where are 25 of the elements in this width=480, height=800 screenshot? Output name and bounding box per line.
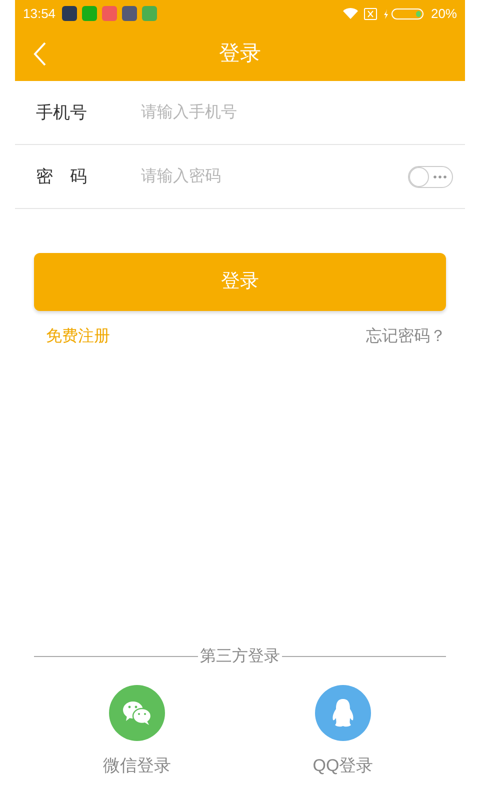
wechat-icon (122, 698, 152, 726)
login-option-label: QQ登录 (312, 754, 374, 776)
third-party-title: 第三方登录 (200, 646, 280, 666)
field-label: 手机号 (36, 102, 88, 124)
sim-icon (364, 8, 377, 20)
dots-icon (433, 174, 447, 178)
app-icon (62, 6, 77, 21)
show-password-toggle[interactable] (408, 166, 453, 188)
field-label: 密 码 (36, 166, 88, 188)
input-field[interactable]: 请输入手机号 (141, 100, 453, 124)
register-link[interactable]: 免费注册 (46, 325, 110, 349)
page-title: 登录 (219, 41, 261, 68)
penguin-icon (331, 698, 355, 728)
wifi-icon (342, 8, 358, 19)
app-icon (142, 6, 157, 21)
battery-icon (382, 8, 425, 20)
app-icon (82, 6, 97, 21)
login-button[interactable]: 登录 (34, 253, 446, 311)
app-icon (102, 6, 117, 21)
status-time: 13:54 (23, 4, 56, 23)
input-field[interactable]: 请输入密码 (141, 164, 408, 188)
app-icon (122, 6, 137, 21)
login-option-label: 微信登录 (103, 754, 171, 776)
battery-percentage: 20% (430, 4, 457, 23)
forgot-password-link[interactable]: 忘记密码？ (366, 325, 446, 349)
